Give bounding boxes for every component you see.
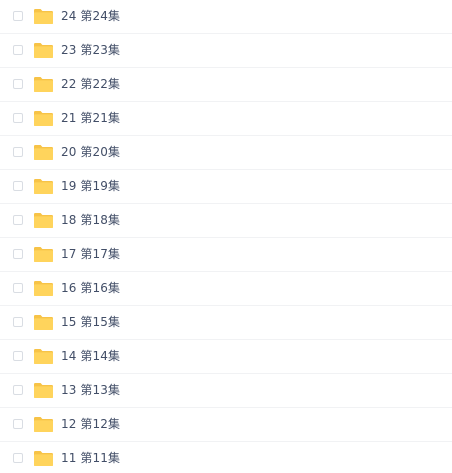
file-title: 第13集: [80, 383, 121, 397]
file-name[interactable]: 23 第23集: [61, 42, 120, 59]
file-name[interactable]: 19 第19集: [61, 178, 120, 195]
file-number: 11: [61, 451, 77, 465]
folder-icon: [33, 348, 54, 365]
file-name[interactable]: 12 第12集: [61, 416, 120, 433]
file-title: 第14集: [80, 349, 121, 363]
file-title: 第15集: [80, 315, 121, 329]
file-name[interactable]: 21 第21集: [61, 110, 120, 127]
file-name[interactable]: 22 第22集: [61, 76, 120, 93]
folder-icon: [33, 144, 54, 161]
folder-icon: [33, 314, 54, 331]
file-title: 第22集: [80, 77, 121, 91]
file-name[interactable]: 17 第17集: [61, 246, 120, 263]
folder-icon: [33, 178, 54, 195]
folder-icon: [33, 416, 54, 433]
folder-icon: [33, 382, 54, 399]
file-title: 第17集: [80, 247, 121, 261]
file-title: 第24集: [80, 9, 121, 23]
file-row[interactable]: 11 第11集: [0, 442, 452, 473]
file-number: 23: [61, 43, 77, 57]
file-number: 12: [61, 417, 77, 431]
file-row[interactable]: 12 第12集: [0, 408, 452, 442]
file-title: 第18集: [80, 213, 121, 227]
folder-icon: [33, 212, 54, 229]
file-number: 14: [61, 349, 77, 363]
file-name[interactable]: 20 第20集: [61, 144, 120, 161]
row-checkbox[interactable]: [13, 113, 23, 123]
row-checkbox[interactable]: [13, 453, 23, 463]
file-number: 15: [61, 315, 77, 329]
file-name[interactable]: 15 第15集: [61, 314, 120, 331]
file-row[interactable]: 23 第23集: [0, 34, 452, 68]
file-number: 17: [61, 247, 77, 261]
folder-icon: [33, 246, 54, 263]
file-title: 第23集: [80, 43, 121, 57]
file-name[interactable]: 14 第14集: [61, 348, 120, 365]
row-checkbox[interactable]: [13, 283, 23, 293]
row-checkbox[interactable]: [13, 79, 23, 89]
file-row[interactable]: 24 第24集: [0, 0, 452, 34]
file-number: 16: [61, 281, 77, 295]
file-row[interactable]: 14 第14集: [0, 340, 452, 374]
row-checkbox[interactable]: [13, 317, 23, 327]
row-checkbox[interactable]: [13, 11, 23, 21]
file-number: 22: [61, 77, 77, 91]
folder-icon: [33, 110, 54, 127]
file-row[interactable]: 15 第15集: [0, 306, 452, 340]
row-checkbox[interactable]: [13, 215, 23, 225]
file-name[interactable]: 16 第16集: [61, 280, 120, 297]
file-number: 21: [61, 111, 77, 125]
file-row[interactable]: 18 第18集: [0, 204, 452, 238]
file-title: 第19集: [80, 179, 121, 193]
row-checkbox[interactable]: [13, 351, 23, 361]
file-number: 13: [61, 383, 77, 397]
file-row[interactable]: 19 第19集: [0, 170, 452, 204]
row-checkbox[interactable]: [13, 147, 23, 157]
file-number: 24: [61, 9, 77, 23]
row-checkbox[interactable]: [13, 181, 23, 191]
row-checkbox[interactable]: [13, 45, 23, 55]
folder-icon: [33, 76, 54, 93]
file-row[interactable]: 20 第20集: [0, 136, 452, 170]
folder-icon: [33, 8, 54, 25]
file-number: 19: [61, 179, 77, 193]
row-checkbox[interactable]: [13, 249, 23, 259]
file-title: 第16集: [80, 281, 121, 295]
file-number: 20: [61, 145, 77, 159]
file-title: 第21集: [80, 111, 121, 125]
file-number: 18: [61, 213, 77, 227]
file-title: 第11集: [80, 451, 121, 465]
file-name[interactable]: 11 第11集: [61, 450, 120, 467]
folder-icon: [33, 280, 54, 297]
file-name[interactable]: 13 第13集: [61, 382, 120, 399]
file-name[interactable]: 18 第18集: [61, 212, 120, 229]
file-row[interactable]: 13 第13集: [0, 374, 452, 408]
file-list: 24 第24集 23 第23集 22 第22集 21 第21集 20 第20集 19 第1…: [0, 0, 452, 473]
file-title: 第12集: [80, 417, 121, 431]
file-row[interactable]: 22 第22集: [0, 68, 452, 102]
folder-icon: [33, 42, 54, 59]
file-row[interactable]: 21 第21集: [0, 102, 452, 136]
file-title: 第20集: [80, 145, 121, 159]
row-checkbox[interactable]: [13, 419, 23, 429]
folder-icon: [33, 450, 54, 467]
file-row[interactable]: 16 第16集: [0, 272, 452, 306]
file-name[interactable]: 24 第24集: [61, 8, 120, 25]
file-row[interactable]: 17 第17集: [0, 238, 452, 272]
row-checkbox[interactable]: [13, 385, 23, 395]
